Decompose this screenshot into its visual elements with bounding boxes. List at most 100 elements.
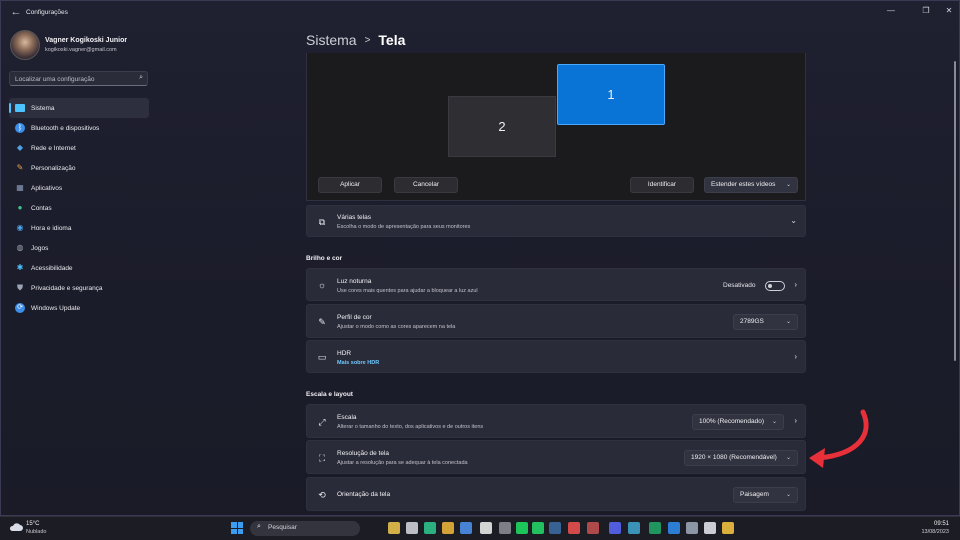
sidebar-item-rede[interactable]: ◆ Rede e Internet	[9, 138, 149, 158]
sidebar-item-label: Personalização	[31, 164, 76, 172]
person-icon: ●	[17, 203, 23, 212]
brush-icon: ✎	[16, 163, 24, 172]
globe-clock-icon: ◉	[16, 223, 24, 232]
monitor-1[interactable]: 1	[557, 64, 665, 125]
cancel-button[interactable]: Cancelar	[394, 177, 458, 193]
profile-name: Vagner Kogikoski Junior	[45, 37, 128, 44]
chrome-icon[interactable]	[442, 522, 454, 534]
sidebar-item-label: Windows Update	[31, 304, 81, 312]
cloud-icon[interactable]	[9, 522, 23, 532]
orientation-card[interactable]: ⟲ Orientação da tela Paisagem ⌄	[306, 477, 806, 511]
pen-icon: ✎	[318, 317, 326, 327]
scrollbar[interactable]	[954, 61, 956, 361]
breadcrumb: Sistema > Tela	[306, 30, 405, 50]
minimize-icon[interactable]: —	[880, 4, 902, 18]
monitor-2[interactable]: 2	[448, 96, 556, 157]
grid-icon[interactable]	[499, 522, 511, 534]
apply-button[interactable]: Aplicar	[318, 177, 382, 193]
sidebar-item-contas[interactable]: ● Contas	[9, 198, 149, 218]
sun-icon: ☼	[317, 280, 327, 290]
search-box[interactable]: ⌕	[9, 71, 148, 86]
card-title: Orientação da tela	[337, 491, 391, 498]
bluetooth-icon: ᛒ	[15, 123, 25, 133]
chevron-down-icon: ⌄	[785, 455, 791, 461]
settings-window: ← Configurações — ❐ ✕ Vagner Kogikoski J…	[0, 0, 960, 516]
chevron-down-icon: ⌄	[771, 419, 777, 425]
wifi-icon: ◆	[16, 143, 24, 152]
scale-card[interactable]: ⤢ Escala Alterar o tamanho do texto, dos…	[306, 404, 806, 438]
spotify-icon[interactable]	[516, 522, 528, 534]
sidebar-item-jogos[interactable]: ◍ Jogos	[9, 238, 149, 258]
sidebar-item-personalizacao[interactable]: ✎ Personalização	[9, 158, 149, 178]
chevron-right-icon[interactable]: ›	[794, 416, 797, 425]
whatsapp-icon[interactable]	[532, 522, 544, 534]
sidebar-item-acessibilidade[interactable]: ✱ Acessibilidade	[9, 258, 149, 278]
identify-button[interactable]: Identificar	[630, 177, 694, 193]
sidebar-item-hora[interactable]: ◉ Hora e idioma	[9, 218, 149, 238]
sidebar-item-sistema[interactable]: Sistema	[9, 98, 149, 118]
snip-icon[interactable]	[704, 522, 716, 534]
scale-dropdown[interactable]: 100% (Recomendado) ⌄	[692, 414, 784, 430]
notion-icon[interactable]	[480, 522, 492, 534]
dropdown-value: Paisagem	[740, 491, 769, 498]
night-light-card[interactable]: ☼ Luz noturna Use cores mais quentes par…	[306, 268, 806, 301]
settings-icon[interactable]	[686, 522, 698, 534]
multiple-displays-card[interactable]: ⧉ Várias telas Escolha o modo de apresen…	[306, 205, 806, 237]
section-brightness-title: Brilho e cor	[306, 255, 343, 262]
multiple-displays-icon: ⧉	[318, 217, 326, 227]
chevron-right-icon[interactable]: ›	[794, 280, 797, 289]
card-title: Escala	[337, 414, 357, 421]
chevron-down-icon[interactable]: ⌄	[790, 216, 797, 225]
chevron-right-icon[interactable]: ›	[794, 352, 797, 361]
card-title: Luz noturna	[337, 278, 372, 285]
back-arrow-icon[interactable]: ←	[9, 5, 23, 19]
page-title: Tela	[378, 32, 406, 48]
excel-icon[interactable]	[649, 522, 661, 534]
resolution-card[interactable]: ⛶ Resolução de tela Ajustar a resolução …	[306, 440, 806, 474]
search-icon[interactable]: ⌕	[139, 74, 143, 82]
breadcrumb-separator: >	[364, 34, 371, 46]
discord-icon[interactable]	[609, 522, 621, 534]
sidebar-item-label: Privacidade e segurança	[31, 284, 103, 292]
vscode-icon[interactable]	[668, 522, 680, 534]
card-title: Várias telas	[337, 214, 371, 221]
game-icon[interactable]	[587, 522, 599, 534]
k-icon[interactable]	[628, 522, 640, 534]
card-subtitle: Alterar o tamanho do texto, dos aplicati…	[337, 424, 484, 430]
sidebar-item-label: Aplicativos	[31, 184, 63, 192]
color-profile-dropdown[interactable]: 2789GS ⌄	[733, 314, 798, 330]
search-input[interactable]	[15, 74, 135, 84]
close-icon[interactable]: ✕	[938, 4, 959, 18]
sidebar-item-aplicativos[interactable]: ▦ Aplicativos	[9, 178, 149, 198]
sidebar-item-windows-update[interactable]: ⟳ Windows Update	[9, 298, 149, 318]
sidebar-item-bluetooth[interactable]: ᛒ Bluetooth e dispositivos	[9, 118, 149, 138]
color-profile-card[interactable]: ✎ Perfil de cor Ajustar o modo como as c…	[306, 304, 806, 338]
card-subtitle: Escolha o modo de apresentação para seus…	[337, 224, 471, 230]
explorer-icon[interactable]	[722, 522, 734, 534]
edge-icon[interactable]	[424, 522, 436, 534]
apps-icon: ▦	[16, 183, 24, 192]
hdr-learn-more-link[interactable]: Mais sobre HDR	[337, 360, 379, 366]
photos-icon[interactable]	[460, 522, 472, 534]
maximize-icon[interactable]: ❐	[915, 4, 937, 18]
hdr-card[interactable]: ▭ HDR Mais sobre HDR ›	[306, 340, 806, 373]
sidebar-item-label: Hora e idioma	[31, 224, 72, 232]
start-icon[interactable]	[231, 522, 243, 534]
resolution-dropdown[interactable]: 1920 × 1080 (Recomendável) ⌄	[684, 450, 798, 466]
steam-icon[interactable]	[549, 522, 561, 534]
widgets-icon[interactable]	[388, 522, 400, 534]
extend-displays-dropdown[interactable]: Estender estes vídeos ⌄	[704, 177, 798, 193]
clock-time[interactable]: 09:51	[934, 521, 949, 527]
toggle-knob	[768, 284, 772, 288]
taskbar-search[interactable]: ⌕ Pesquisar	[250, 521, 360, 536]
breadcrumb-parent[interactable]: Sistema	[306, 32, 357, 48]
night-light-toggle[interactable]	[765, 281, 785, 291]
avatar[interactable]	[10, 30, 40, 60]
card-subtitle: Use cores mais quentes para ajudar a blo…	[337, 288, 478, 294]
orientation-dropdown[interactable]: Paisagem ⌄	[733, 487, 798, 503]
task-view-icon[interactable]	[406, 522, 418, 534]
controller-icon[interactable]	[568, 522, 580, 534]
gamepad-icon: ◍	[16, 243, 24, 252]
sidebar-item-privacidade[interactable]: ⛊ Privacidade e segurança	[9, 278, 149, 298]
clock-date[interactable]: 13/08/2023	[921, 529, 949, 535]
